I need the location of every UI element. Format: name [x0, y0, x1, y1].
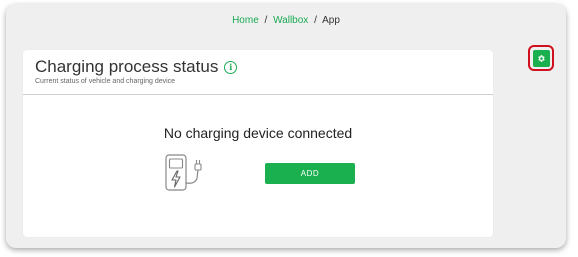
- gear-icon: [537, 54, 545, 62]
- settings-highlight: [528, 45, 554, 71]
- card-subtitle: Current status of vehicle and charging d…: [35, 78, 176, 85]
- breadcrumb-current: App: [322, 15, 340, 26]
- breadcrumb-wallbox[interactable]: Wallbox: [273, 15, 308, 26]
- breadcrumb-home[interactable]: Home: [232, 15, 259, 26]
- card-title: Charging process status: [35, 57, 219, 76]
- breadcrumb: Home / Wallbox / App: [6, 15, 566, 26]
- no-device-message: No charging device connected: [163, 125, 353, 141]
- add-device-button[interactable]: ADD: [265, 163, 355, 184]
- app-window: Home / Wallbox / App Charging process st…: [6, 4, 566, 248]
- charging-station-icon: [165, 154, 202, 191]
- settings-button[interactable]: [532, 49, 550, 67]
- info-icon[interactable]: i: [224, 60, 238, 74]
- breadcrumb-separator: /: [314, 15, 317, 26]
- card-title-row: Charging process status i: [35, 57, 493, 77]
- breadcrumb-separator: /: [264, 15, 268, 26]
- charging-status-card: Charging process status i Current status…: [23, 50, 493, 237]
- card-header: Charging process status i Current status…: [23, 50, 493, 95]
